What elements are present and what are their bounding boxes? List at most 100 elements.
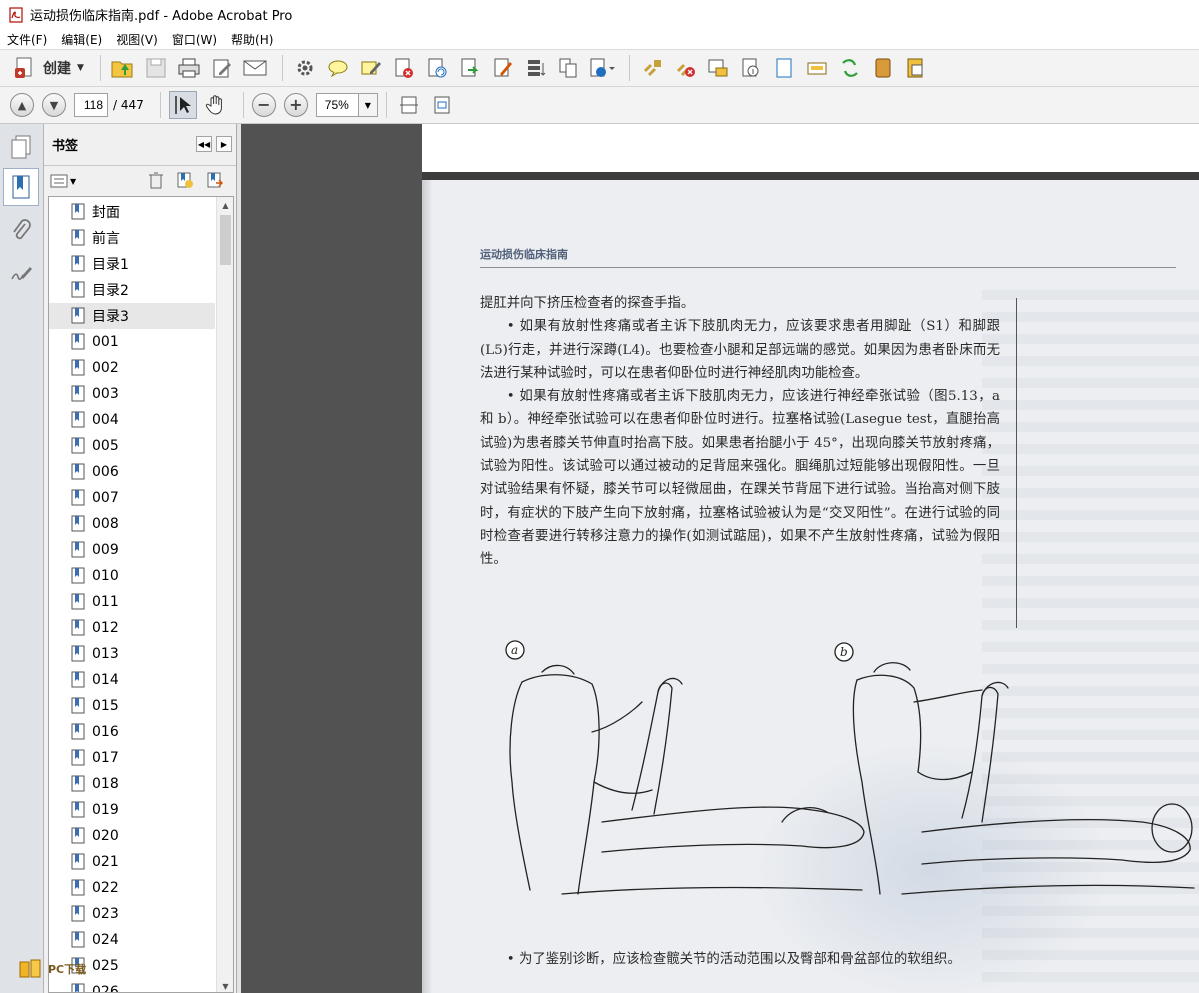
delete-bookmark-button[interactable] bbox=[148, 171, 164, 192]
bookmark-item[interactable]: 012 bbox=[49, 615, 233, 641]
stamp-button[interactable] bbox=[704, 54, 732, 82]
next-page-button[interactable]: ▼ bbox=[42, 93, 66, 117]
save-button[interactable] bbox=[142, 54, 170, 82]
info-button[interactable] bbox=[737, 54, 765, 82]
bookmark-item[interactable]: 026 bbox=[49, 979, 233, 992]
attachments-button[interactable] bbox=[7, 216, 35, 246]
collapse-panel-button[interactable]: ◀◀ bbox=[196, 136, 212, 152]
fit-page-button[interactable] bbox=[428, 91, 456, 119]
open-button[interactable] bbox=[109, 54, 137, 82]
bookmark-item[interactable]: 015 bbox=[49, 693, 233, 719]
bookmark-list-scrollbar[interactable]: ▲ ▼ bbox=[216, 197, 233, 992]
hand-tool-button[interactable] bbox=[202, 91, 230, 119]
menu-window[interactable]: 窗口(W) bbox=[165, 31, 224, 48]
bookmark-item[interactable]: 011 bbox=[49, 589, 233, 615]
bookmark-item[interactable]: 024 bbox=[49, 927, 233, 953]
menu-file[interactable]: 文件(F) bbox=[0, 31, 54, 48]
figure-label-a: a bbox=[511, 643, 518, 657]
bookmark-item[interactable]: 003 bbox=[49, 381, 233, 407]
bookmark-item[interactable]: 前言 bbox=[49, 225, 233, 251]
highlight-button[interactable] bbox=[357, 54, 385, 82]
page-button[interactable] bbox=[770, 54, 798, 82]
settings-button[interactable] bbox=[291, 54, 319, 82]
menu-view[interactable]: 视图(V) bbox=[109, 31, 165, 48]
bookmark-item[interactable]: 009 bbox=[49, 537, 233, 563]
expand-bookmark-button[interactable] bbox=[206, 171, 224, 192]
bookmark-item[interactable]: 004 bbox=[49, 407, 233, 433]
bookmarks-panel-button[interactable] bbox=[3, 168, 39, 206]
bookmark-item[interactable]: 010 bbox=[49, 563, 233, 589]
bookmark-item[interactable]: 016 bbox=[49, 719, 233, 745]
sign-button[interactable] bbox=[489, 54, 517, 82]
panel-options-button[interactable]: ▶ bbox=[216, 136, 232, 152]
attach-menu-button[interactable] bbox=[588, 54, 616, 82]
bookmark-item[interactable]: 目录3 bbox=[49, 303, 215, 329]
link-button[interactable] bbox=[638, 54, 666, 82]
bookmark-item[interactable]: 006 bbox=[49, 459, 233, 485]
bookmark-item[interactable]: 022 bbox=[49, 875, 233, 901]
zoom-out-button[interactable]: − bbox=[251, 93, 276, 117]
fit-width-button[interactable] bbox=[395, 91, 423, 119]
new-bookmark-button[interactable] bbox=[176, 171, 194, 192]
bookmark-icon bbox=[71, 697, 85, 714]
redact-button[interactable] bbox=[803, 54, 831, 82]
bookmark-item[interactable]: 013 bbox=[49, 641, 233, 667]
select-tool-button[interactable] bbox=[168, 91, 197, 119]
menu-bar: 文件(F) 编辑(E) 视图(V) 窗口(W) 帮助(H) bbox=[0, 29, 1199, 50]
toolbar-divider bbox=[281, 55, 283, 81]
bookmark-item[interactable]: 001 bbox=[49, 329, 233, 355]
open-icon bbox=[111, 61, 133, 78]
unlink-button[interactable] bbox=[671, 54, 699, 82]
bookmark-item[interactable]: 目录2 bbox=[49, 277, 233, 303]
zoom-in-button[interactable]: + bbox=[283, 93, 308, 117]
form-button[interactable] bbox=[902, 54, 930, 82]
bookmark-label: 022 bbox=[92, 880, 119, 896]
menu-edit[interactable]: 编辑(E) bbox=[54, 31, 109, 48]
recycle-button[interactable] bbox=[836, 54, 864, 82]
previous-page-button[interactable]: ▲ bbox=[10, 93, 34, 117]
page-number-input[interactable] bbox=[74, 93, 108, 117]
bookmark-options-menu[interactable]: ▼ bbox=[50, 174, 76, 188]
print-button[interactable] bbox=[175, 54, 203, 82]
signatures-button[interactable] bbox=[7, 258, 35, 288]
zoom-dropdown[interactable]: ▼ bbox=[357, 93, 378, 117]
export-button[interactable] bbox=[456, 54, 484, 82]
comment-button[interactable] bbox=[324, 54, 352, 82]
email-button[interactable] bbox=[241, 54, 269, 82]
create-button[interactable]: 创建 ▼ bbox=[10, 54, 92, 82]
bookmark-item[interactable]: 019 bbox=[49, 797, 233, 823]
bookmark-item[interactable]: 005 bbox=[49, 433, 233, 459]
bookmark-label: 目录3 bbox=[92, 309, 129, 325]
bookmark-label: 006 bbox=[92, 464, 119, 480]
page-separator bbox=[422, 172, 1199, 180]
bookmarks-panel-header: 书签 ◀◀ ▶ bbox=[44, 124, 236, 166]
navigation-toolbar: ▲ ▼ / 447 − + ▼ bbox=[0, 87, 1199, 124]
page-thumbnails-button[interactable] bbox=[7, 132, 35, 162]
bookmark-item[interactable]: 023 bbox=[49, 901, 233, 927]
create-icon bbox=[15, 57, 32, 78]
bookmark-item[interactable]: 007 bbox=[49, 485, 233, 511]
bookmark-item[interactable]: 002 bbox=[49, 355, 233, 381]
print-icon bbox=[178, 58, 200, 78]
menu-help[interactable]: 帮助(H) bbox=[224, 31, 280, 48]
book-button[interactable] bbox=[869, 54, 897, 82]
bookmark-label: 015 bbox=[92, 698, 119, 714]
delete-page-button[interactable] bbox=[390, 54, 418, 82]
bookmark-item[interactable]: 014 bbox=[49, 667, 233, 693]
bookmark-item[interactable]: 020 bbox=[49, 823, 233, 849]
bookmark-item[interactable]: 008 bbox=[49, 511, 233, 537]
scroll-up-arrow[interactable]: ▲ bbox=[217, 197, 233, 213]
table-button[interactable] bbox=[522, 54, 550, 82]
combine-button[interactable] bbox=[555, 54, 583, 82]
bookmark-item[interactable]: 封面 bbox=[49, 199, 233, 225]
bookmark-item[interactable]: 017 bbox=[49, 745, 233, 771]
edit-button[interactable] bbox=[208, 54, 236, 82]
scroll-down-arrow[interactable]: ▼ bbox=[217, 978, 233, 992]
bookmark-item[interactable]: 目录1 bbox=[49, 251, 233, 277]
comment-icon bbox=[328, 60, 348, 78]
scrollbar-thumb[interactable] bbox=[220, 215, 231, 265]
bookmark-item[interactable]: 021 bbox=[49, 849, 233, 875]
rotate-button[interactable] bbox=[423, 54, 451, 82]
bookmark-item[interactable]: 018 bbox=[49, 771, 233, 797]
zoom-input[interactable] bbox=[315, 93, 358, 117]
